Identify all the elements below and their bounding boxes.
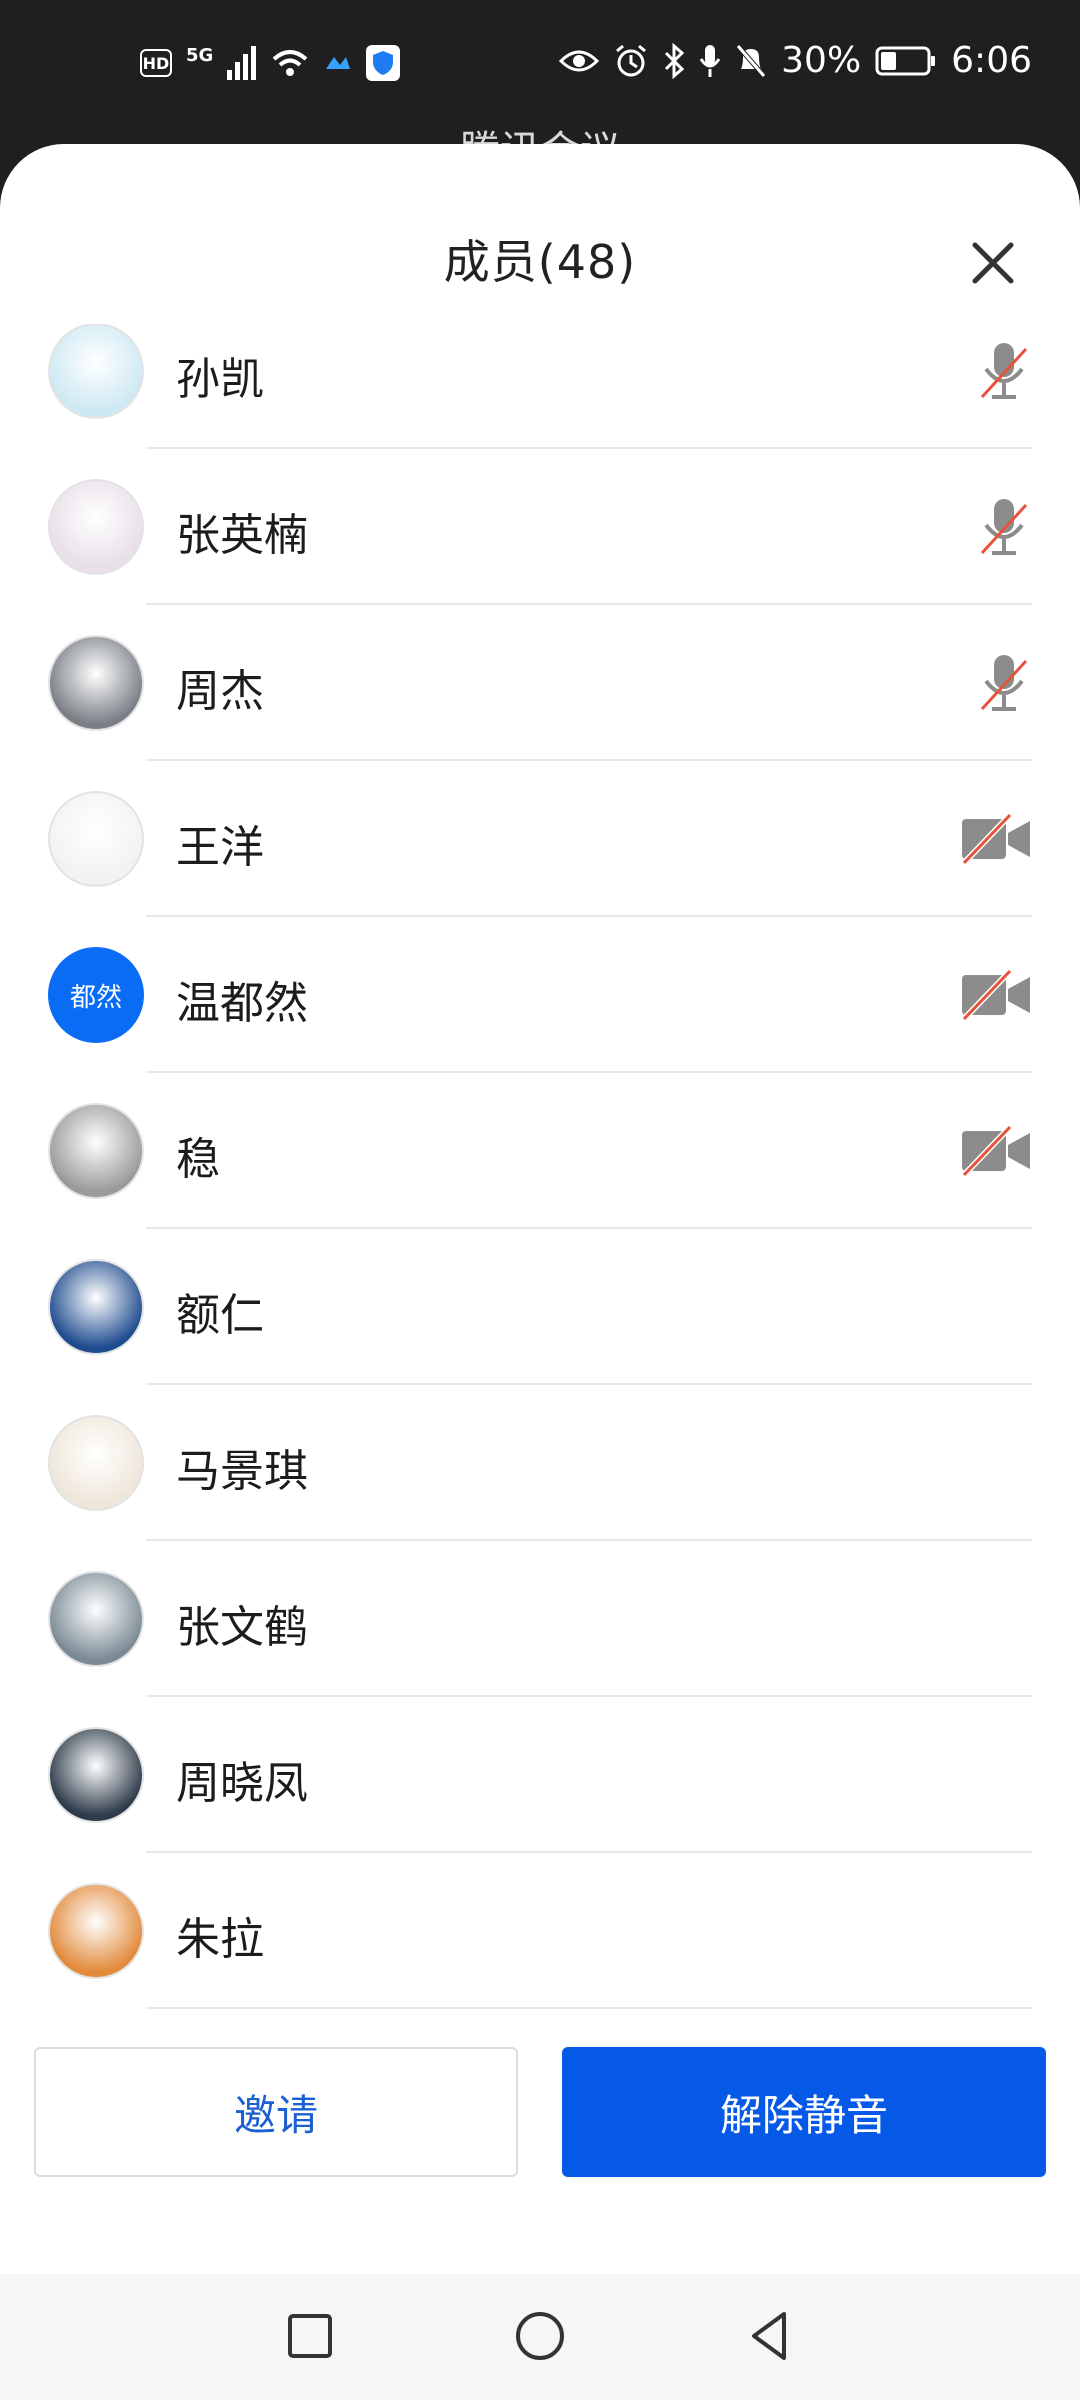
member-row[interactable]: 马景琪 (0, 1385, 1080, 1541)
avatar (48, 1259, 144, 1355)
member-row[interactable]: 都然 温都然 (0, 917, 1080, 1073)
mic-muted-icon (942, 651, 1032, 715)
member-row[interactable]: 稳 (0, 1073, 1080, 1229)
member-name: 孙凯 (176, 354, 264, 405)
avatar-initials: 都然 (69, 982, 122, 1013)
avatar (48, 635, 144, 731)
network-type-label: 5G (186, 45, 214, 66)
video-off-icon (942, 807, 1032, 871)
avatar: 都然 (48, 947, 144, 1043)
avatar (48, 1571, 144, 1667)
members-sheet: 成员(48) 孙凯 张英楠 周杰 王洋 都然 温都然 稳 额仁马景琪张文鹤 (0, 144, 1080, 2400)
member-name: 周杰 (176, 666, 264, 717)
member-name: 温都然 (176, 978, 308, 1029)
video-off-icon (942, 1119, 1032, 1183)
member-row[interactable]: 孙凯 (0, 324, 1080, 449)
member-name: 张英楠 (176, 510, 308, 561)
member-row[interactable]: 王洋 (0, 761, 1080, 917)
close-icon[interactable] (960, 230, 1026, 296)
member-row[interactable]: 周杰 (0, 605, 1080, 761)
member-name: 周晓凤 (176, 1758, 308, 1809)
unmute-button[interactable]: 解除静音 (562, 2047, 1046, 2177)
avatar (48, 791, 144, 887)
avatar (48, 1727, 144, 1823)
status-left-icons: HD 5G (140, 45, 401, 81)
hd-icon: HD (140, 49, 172, 77)
battery-percent: 30% (781, 40, 862, 81)
member-row[interactable]: 张英楠 (0, 449, 1080, 605)
member-name: 张文鹤 (176, 1602, 308, 1653)
mic-muted-icon (942, 339, 1032, 403)
bluetooth-icon (665, 42, 685, 79)
clock: 6:06 (951, 40, 1032, 81)
app-notification-icon (326, 57, 351, 69)
member-name: 朱拉 (176, 1914, 264, 1965)
home-icon[interactable] (508, 2304, 572, 2368)
member-row[interactable]: 朱拉 (0, 1853, 1080, 2009)
member-list[interactable]: 孙凯 张英楠 周杰 王洋 都然 温都然 稳 额仁马景琪张文鹤周晓凤朱拉 (0, 324, 1080, 2149)
microphone-icon (699, 44, 721, 77)
member-row[interactable]: 周晓凤 (0, 1697, 1080, 1853)
invite-button[interactable]: 邀请 (34, 2047, 518, 2177)
status-bar: HD 5G 30% 6:06 (0, 0, 1080, 174)
member-name: 稳 (176, 1134, 220, 1185)
mic-muted-icon (942, 495, 1032, 559)
member-name: 马景琪 (176, 1446, 308, 1497)
avatar (48, 1415, 144, 1511)
notifications-off-icon (736, 43, 767, 78)
recent-apps-icon[interactable] (278, 2304, 342, 2368)
member-name: 额仁 (176, 1290, 264, 1341)
member-row[interactable]: 张文鹤 (0, 1541, 1080, 1697)
sheet-title: 成员(48) (443, 235, 637, 289)
system-nav-bar (0, 2274, 1080, 2400)
video-off-icon (942, 963, 1032, 1027)
shield-icon (366, 45, 401, 81)
member-row[interactable]: 额仁 (0, 1229, 1080, 1385)
eye-icon (559, 50, 600, 71)
avatar (48, 1883, 144, 1979)
back-icon[interactable] (738, 2304, 802, 2368)
alarm-icon (616, 44, 647, 76)
signal-icon (227, 46, 257, 80)
status-right-icons: 30% 6:06 (559, 40, 1032, 81)
row-divider (146, 2007, 1032, 2009)
wifi-icon (272, 50, 308, 76)
member-name: 王洋 (176, 822, 264, 873)
avatar (48, 1103, 144, 1199)
battery-icon (875, 46, 936, 75)
avatar (48, 324, 144, 419)
avatar (48, 479, 144, 575)
